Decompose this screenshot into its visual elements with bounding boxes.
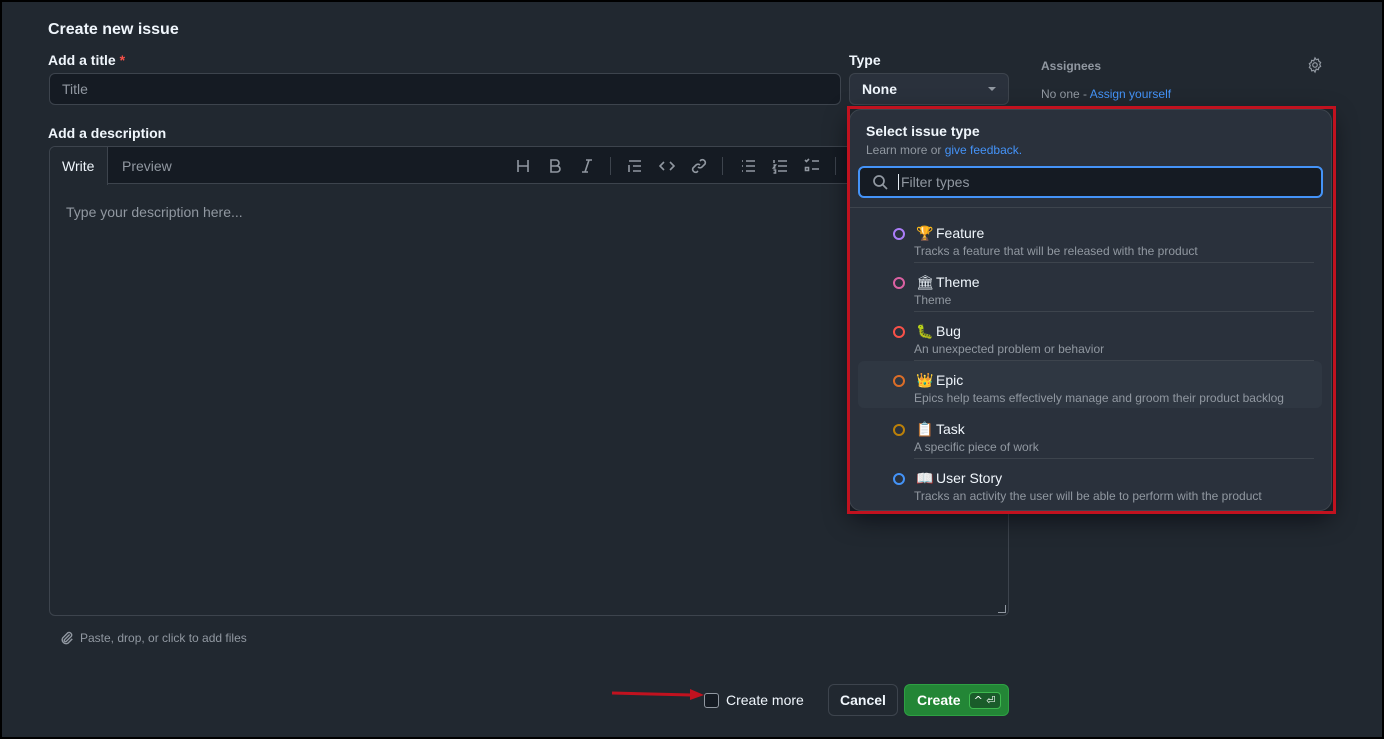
annotation-arrow-icon [612, 689, 704, 700]
toolbar-divider [610, 157, 611, 175]
filter-types-input[interactable] [898, 174, 1298, 190]
quote-button[interactable] [625, 156, 645, 176]
option-epic[interactable]: 👑 Epic Epics help teams effectively mana… [858, 361, 1322, 408]
bullet-list-icon [742, 160, 755, 172]
link-icon [691, 158, 707, 174]
quote-icon [628, 160, 641, 172]
option-theme[interactable]: 🏛 Theme Theme [858, 263, 1322, 312]
type-color-ring-icon [893, 277, 905, 289]
type-color-ring-icon [893, 473, 905, 485]
option-feature[interactable]: 🏆 Feature Tracks a feature that will be … [858, 214, 1322, 263]
option-name: Theme [936, 274, 980, 290]
type-color-ring-icon [893, 375, 905, 387]
numbered-list-button[interactable] [770, 156, 790, 176]
code-button[interactable] [657, 156, 677, 176]
option-description: A specific piece of work [914, 440, 1039, 454]
assignees-settings-button[interactable] [1306, 56, 1326, 76]
attach-files-button[interactable]: Paste, drop, or click to add files [60, 631, 247, 645]
create-button[interactable]: Create ^ ⏎ [904, 684, 1009, 716]
code-icon [659, 161, 675, 171]
clipboard-icon: 📋 [916, 421, 934, 437]
create-more-label[interactable]: Create more [726, 692, 804, 708]
page-title: Create new issue [48, 21, 179, 38]
classical-building-icon: 🏛 [916, 274, 934, 290]
issue-type-dropdown: Select issue type Learn more or give fee… [849, 109, 1332, 511]
option-task[interactable]: 📋 Task A specific piece of work [858, 410, 1322, 459]
give-feedback-link[interactable]: give feedback. [945, 143, 1022, 157]
dropdown-subtitle-text: Learn more or [866, 143, 945, 157]
required-mark: * [119, 52, 126, 68]
toolbar-divider [835, 157, 836, 175]
type-color-ring-icon [893, 228, 905, 240]
cancel-button[interactable]: Cancel [828, 684, 898, 716]
bold-icon [550, 159, 561, 173]
heading-icon [517, 160, 529, 172]
title-label-text: Add a title [48, 52, 116, 68]
description-label: Add a description [48, 125, 167, 141]
option-description: Epics help teams effectively manage and … [914, 391, 1284, 405]
option-description: Theme [914, 293, 952, 307]
attach-hint: Paste, drop, or click to add files [80, 631, 247, 645]
no-assignee-text: No one - [1041, 87, 1090, 101]
assign-yourself-link[interactable]: Assign yourself [1090, 87, 1171, 101]
option-description: Tracks a feature that will be released w… [914, 244, 1198, 258]
dialog: Create new issue Add a title * Type None… [2, 2, 1382, 737]
type-dropdown-button[interactable]: None [849, 73, 1009, 105]
link-button[interactable] [689, 156, 709, 176]
type-label: Type [849, 52, 881, 68]
option-name: Task [936, 421, 965, 437]
search-icon [873, 175, 888, 190]
shortcut-hint: ^ ⏎ [968, 691, 1001, 709]
create-button-label: Create [917, 692, 961, 708]
title-input[interactable] [49, 73, 841, 105]
bold-button[interactable] [545, 156, 565, 176]
dropdown-subtitle: Learn more or give feedback. [866, 143, 1022, 157]
dropdown-divider [850, 207, 1331, 208]
type-color-ring-icon [893, 424, 905, 436]
bullet-list-button[interactable] [738, 156, 758, 176]
type-color-ring-icon [893, 326, 905, 338]
option-description: An unexpected problem or behavior [914, 342, 1105, 356]
assignees-value: No one - Assign yourself [1041, 87, 1171, 101]
tab-preview[interactable]: Preview [110, 147, 184, 184]
gear-icon [1308, 56, 1322, 74]
resize-handle-icon[interactable] [998, 605, 1006, 613]
heading-button[interactable] [513, 156, 533, 176]
description-textarea[interactable]: Type your description here... [66, 204, 243, 220]
option-name: User Story [936, 470, 1003, 486]
numbered-list-icon [772, 160, 787, 174]
paperclip-icon [61, 631, 73, 645]
assignees-label: Assignees [1041, 59, 1102, 73]
trophy-icon: 🏆 [916, 225, 934, 241]
option-name: Bug [936, 323, 961, 339]
title-label: Add a title * [48, 52, 125, 68]
toolbar-divider [722, 157, 723, 175]
option-user-story[interactable]: 📖 User Story Tracks an activity the user… [858, 459, 1322, 506]
option-name: Epic [936, 372, 964, 388]
type-selected-value: None [862, 81, 897, 97]
open-book-icon: 📖 [916, 470, 934, 486]
option-description: Tracks an activity the user will be able… [914, 489, 1262, 503]
option-bug[interactable]: 🐛 Bug An unexpected problem or behavior [858, 312, 1322, 361]
crown-icon: 👑 [916, 372, 934, 388]
option-name: Feature [936, 225, 985, 241]
tab-write[interactable]: Write [50, 147, 108, 185]
create-more-checkbox[interactable] [704, 693, 719, 708]
caret-down-icon [988, 87, 996, 91]
dropdown-title: Select issue type [866, 123, 980, 139]
bug-icon: 🐛 [916, 323, 934, 339]
filter-field[interactable] [858, 166, 1323, 198]
italic-button[interactable] [577, 156, 597, 176]
task-list-button[interactable] [802, 156, 822, 176]
task-list-icon [804, 158, 819, 172]
italic-icon [582, 159, 592, 173]
